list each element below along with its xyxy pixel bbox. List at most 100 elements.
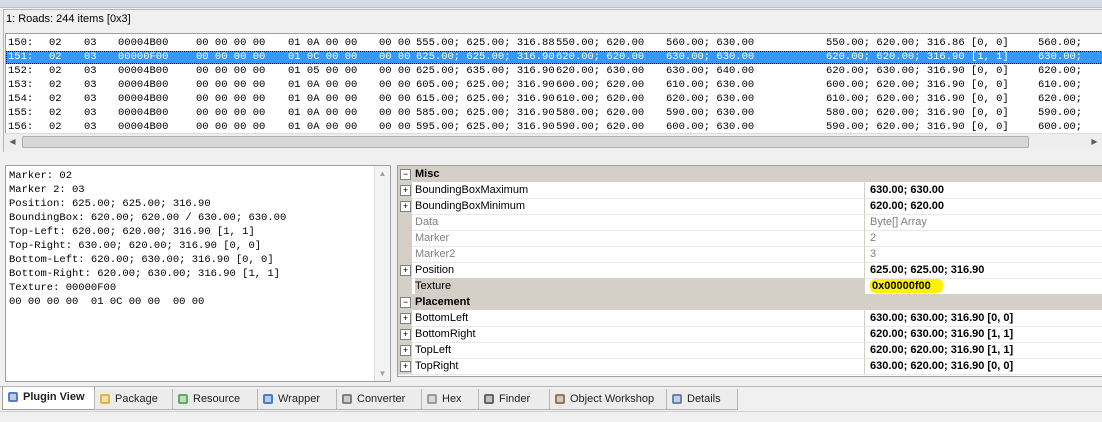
list-row[interactable]: 153: 02 03 00004B00 00 00 00 00 01 0A 00 00 00…: [6, 79, 1102, 92]
row-cell-m2: 03: [84, 37, 97, 49]
property-value[interactable]: 625.00; 625.00; 316.90: [870, 262, 984, 278]
expand-icon[interactable]: +: [400, 313, 411, 324]
tab-details[interactable]: Details: [666, 389, 738, 410]
property-row[interactable]: + BoundingBoxMinimum 620.00; 620.00: [398, 198, 1102, 215]
category-misc[interactable]: − Misc: [398, 166, 1102, 182]
row-cell-c1: 610.00; 620.00: [556, 93, 645, 105]
row-gutter: [398, 246, 412, 262]
property-row[interactable]: + BottomLeft 630.00; 630.00; 316.90 [0, 0]: [398, 310, 1102, 327]
row-cell-b3: 00 00: [379, 107, 411, 119]
property-row[interactable]: + BoundingBoxMaximum 630.00; 630.00: [398, 182, 1102, 199]
row-cell-c3: 600.00; 620.00; 316.90 [0, 0]: [826, 79, 1009, 91]
row-cell-idx: 150:: [8, 37, 34, 49]
property-value[interactable]: 620.00; 620.00; 316.90 [1, 1]: [870, 342, 1013, 358]
property-value[interactable]: Byte[] Array: [870, 214, 927, 230]
list-row[interactable]: 155: 02 03 00004B00 00 00 00 00 01 0A 00 00 00…: [6, 107, 1102, 120]
row-cell-c2: 620.00; 630.00: [666, 93, 755, 105]
details-text-panel[interactable]: ▲ ▼ Marker: 02 Marker 2: 03 Position: 625.…: [5, 165, 391, 382]
property-row[interactable]: Texture 0x00000f00: [398, 278, 1102, 295]
plugin-view-icon: [6, 390, 20, 404]
scroll-up-icon[interactable]: ▲: [375, 166, 390, 181]
list-row[interactable]: 151: 02 03 00000F00 00 00 00 00 01 0C 00 00 00…: [6, 51, 1102, 64]
row-cell-c4: 560.00;: [1038, 37, 1083, 49]
tab-resource[interactable]: Resource: [172, 389, 258, 410]
hex-icon: [425, 392, 439, 406]
details-line: Texture: 00000F00: [9, 282, 117, 294]
row-cell-b1: 00 00 00 00: [196, 65, 266, 77]
property-value[interactable]: 620.00; 620.00: [870, 198, 944, 214]
row-cell-idx: 154:: [8, 93, 34, 105]
row-cell-c4: 610.00;: [1038, 79, 1083, 91]
tab-hex[interactable]: Hex: [421, 389, 479, 410]
property-value[interactable]: 3: [870, 246, 876, 262]
row-cell-c4: 630.00;: [1038, 51, 1083, 63]
expand-icon[interactable]: +: [400, 265, 411, 276]
scrollbar-thumb[interactable]: [22, 136, 1029, 148]
scroll-down-icon[interactable]: ▼: [375, 366, 390, 381]
row-cell-c3: 580.00; 620.00; 316.90 [0, 0]: [826, 107, 1009, 119]
property-name: BottomRight: [415, 326, 865, 342]
property-name: Data: [415, 214, 865, 230]
details-line: BoundingBox: 620.00; 620.00 / 630.00; 63…: [9, 212, 287, 224]
row-cell-b3: 00 00: [379, 65, 411, 77]
row-cell-m1: 02: [49, 93, 62, 105]
property-value[interactable]: 630.00; 620.00; 316.90 [0, 0]: [870, 358, 1013, 374]
collapse-icon[interactable]: −: [400, 169, 411, 180]
row-cell-c2: 630.00; 630.00: [666, 51, 755, 63]
details-line: Top-Left: 620.00; 620.00; 316.90 [1, 1]: [9, 226, 255, 238]
package-icon: [98, 392, 112, 406]
horizontal-scrollbar[interactable]: ◀ ▶: [5, 133, 1102, 149]
splitter[interactable]: [0, 152, 1102, 161]
expand-icon[interactable]: +: [400, 345, 411, 356]
expand-icon[interactable]: +: [400, 329, 411, 340]
collapse-icon[interactable]: −: [400, 297, 411, 308]
expand-icon[interactable]: +: [400, 185, 411, 196]
category-placement[interactable]: − Placement: [398, 294, 1102, 310]
property-name: Marker: [415, 230, 865, 246]
list-row[interactable]: 152: 02 03 00004B00 00 00 00 00 01 05 00 00 00…: [6, 65, 1102, 78]
tab-object-workshop[interactable]: Object Workshop: [549, 389, 667, 410]
row-cell-b1: 00 00 00 00: [196, 51, 266, 63]
property-name: BoundingBoxMinimum: [415, 198, 865, 214]
property-value[interactable]: 620.00; 630.00; 316.90 [1, 1]: [870, 326, 1013, 342]
resource-icon: [176, 392, 190, 406]
property-grid[interactable]: − Misc + BoundingBoxMaximum 630.00; 630.00 + B…: [397, 165, 1102, 377]
tab-finder[interactable]: Finder: [478, 389, 550, 410]
property-row[interactable]: Data Byte[] Array: [398, 214, 1102, 231]
row-cell-pos: 625.00; 635.00; 316.90: [416, 65, 555, 77]
items-list[interactable]: 150: 02 03 00004B00 00 00 00 00 01 0A 00 00 00…: [5, 33, 1102, 149]
tab-plugin-view[interactable]: Plugin View: [2, 387, 95, 410]
property-row[interactable]: + BottomRight 620.00; 630.00; 316.90 [1, 1…: [398, 326, 1102, 343]
scroll-right-icon[interactable]: ▶: [1087, 134, 1102, 149]
tab-label: Plugin View: [23, 391, 85, 403]
finder-icon: [482, 392, 496, 406]
tab-converter[interactable]: Converter: [336, 389, 422, 410]
expand-icon[interactable]: +: [400, 201, 411, 212]
expand-icon[interactable]: +: [400, 361, 411, 372]
details-icon: [670, 392, 684, 406]
row-cell-m1: 02: [49, 51, 62, 63]
row-gutter: [398, 230, 412, 246]
property-row[interactable]: + TopRight 630.00; 620.00; 316.90 [0, 0]: [398, 358, 1102, 375]
scroll-left-icon[interactable]: ◀: [5, 134, 20, 149]
tab-label: Resource: [193, 393, 241, 405]
property-value[interactable]: 2: [870, 230, 876, 246]
property-name: BoundingBoxMaximum: [415, 182, 865, 198]
list-row[interactable]: 154: 02 03 00004B00 00 00 00 00 01 0A 00 00 00…: [6, 93, 1102, 106]
row-cell-c1: 620.00; 630.00: [556, 65, 645, 77]
property-row[interactable]: + TopLeft 620.00; 620.00; 316.90 [1, 1]: [398, 342, 1102, 359]
row-cell-c3: 620.00; 620.00; 316.90 [1, 1]: [826, 51, 1009, 63]
property-value[interactable]: 630.00; 630.00: [870, 182, 944, 198]
property-row[interactable]: + Position 625.00; 625.00; 316.90: [398, 262, 1102, 279]
property-value[interactable]: 630.00; 630.00; 316.90 [0, 0]: [870, 310, 1013, 326]
tab-package[interactable]: Package: [94, 389, 173, 410]
row-cell-c3: 550.00; 620.00; 316.86 [0, 0]: [826, 37, 1009, 49]
property-row[interactable]: Marker2 3: [398, 246, 1102, 263]
details-line: 00 00 00 00 01 0C 00 00 00 00: [9, 296, 205, 308]
vertical-scrollbar[interactable]: ▲ ▼: [374, 166, 390, 381]
list-row[interactable]: 150: 02 03 00004B00 00 00 00 00 01 0A 00 00 00…: [6, 37, 1102, 50]
property-row[interactable]: Marker 2: [398, 230, 1102, 247]
row-cell-c2: 560.00; 630.00: [666, 37, 755, 49]
tab-wrapper[interactable]: Wrapper: [257, 389, 337, 410]
property-value[interactable]: 0x00000f00: [870, 278, 943, 294]
